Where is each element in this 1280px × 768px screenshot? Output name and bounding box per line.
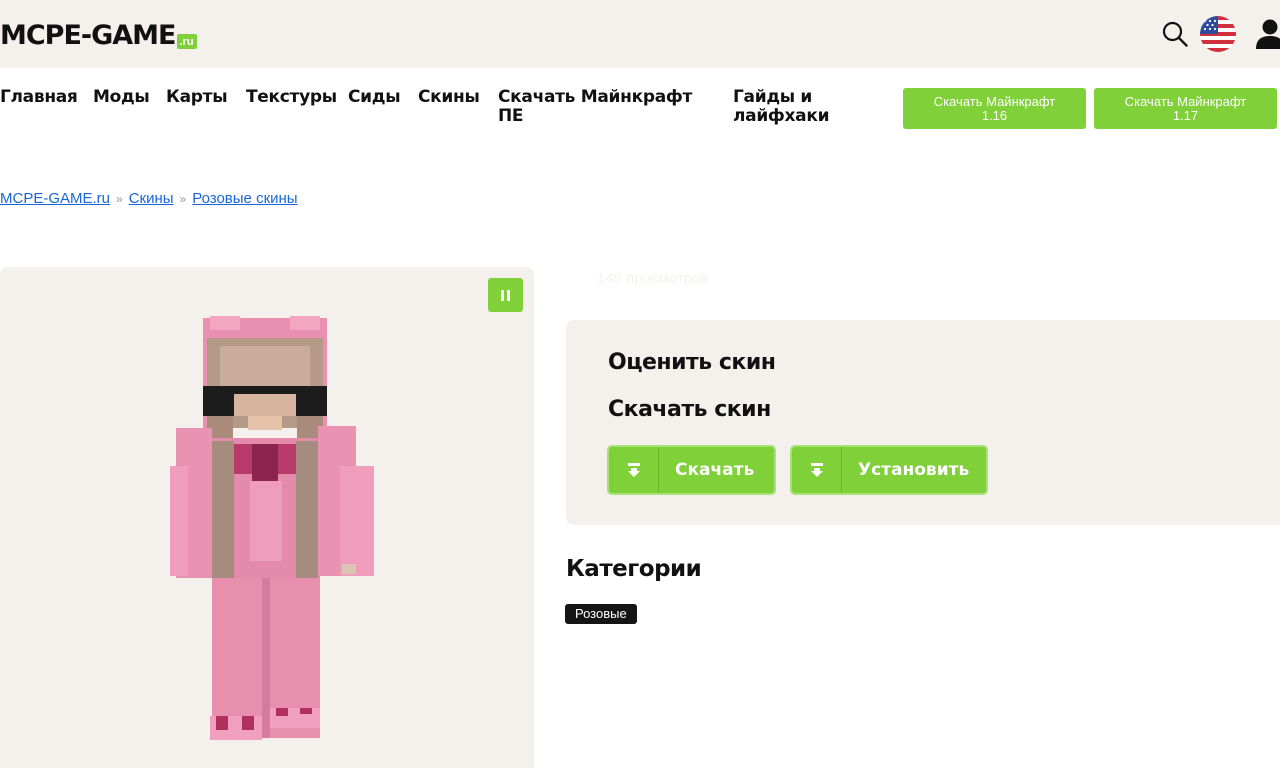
skin-3d-preview[interactable]	[170, 316, 380, 742]
nav-item-home[interactable]: Главная	[0, 88, 78, 107]
site-logo[interactable]: MCPE-GAME .ru	[0, 19, 197, 51]
download-minecraft-116-button[interactable]: Скачать Майнкрафт 1.16	[903, 88, 1086, 129]
nav-item-textures[interactable]: Текстуры	[246, 88, 337, 107]
views-counter: 149 просмотров	[597, 270, 709, 287]
download-minecraft-117-button[interactable]: Скачать Майнкрафт 1.17	[1094, 88, 1277, 129]
download-skin-label: Скачать	[675, 460, 755, 480]
install-skin-button[interactable]: Установить	[790, 445, 988, 495]
nav-item-seeds[interactable]: Сиды	[348, 88, 401, 107]
download-icon	[609, 447, 659, 493]
nav-item-skins[interactable]: Скины	[418, 88, 480, 107]
breadcrumb-separator: »	[116, 192, 123, 206]
us-flag-icon[interactable]	[1200, 16, 1236, 52]
install-skin-label: Установить	[858, 460, 970, 480]
install-icon	[792, 447, 842, 493]
nav-item-download-mcpe[interactable]: Скачать Майнкрафт ПЕ	[498, 88, 703, 126]
pause-animation-button[interactable]	[488, 278, 523, 312]
download-button-version: 1.17	[1172, 107, 1199, 123]
categories-title: Категории	[566, 556, 702, 582]
logo-suffix: .ru	[176, 33, 197, 49]
nav-item-maps[interactable]: Карты	[166, 88, 228, 107]
download-skin-button[interactable]: Скачать	[607, 445, 776, 495]
user-icon[interactable]	[1255, 18, 1280, 50]
download-button-version: 1.16	[981, 107, 1008, 123]
breadcrumb-separator: »	[179, 192, 187, 206]
pause-icon	[501, 289, 504, 301]
logo-text: MCPE-GAME	[0, 19, 176, 51]
download-button-label: Скачать Майнкрафт	[1124, 93, 1247, 109]
rate-skin-title: Оценить скин	[608, 350, 776, 375]
nav-item-mods[interactable]: Моды	[93, 88, 150, 107]
category-tag[interactable]: Розовые	[565, 604, 637, 624]
download-button-label: Скачать Майнкрафт	[933, 93, 1056, 109]
search-icon[interactable]	[1161, 20, 1189, 48]
breadcrumb-pink-skins-link[interactable]: Розовые скины	[192, 190, 297, 207]
breadcrumb-home-link[interactable]: MCPE-GAME.ru	[0, 190, 110, 207]
breadcrumb-skins-link[interactable]: Скины	[129, 190, 174, 207]
breadcrumb: MCPE-GAME.ru » Скины » Розовые скины	[0, 189, 298, 209]
nav-item-guides[interactable]: Гайды и лайфхаки	[733, 88, 843, 126]
download-skin-title: Скачать скин	[608, 397, 771, 422]
